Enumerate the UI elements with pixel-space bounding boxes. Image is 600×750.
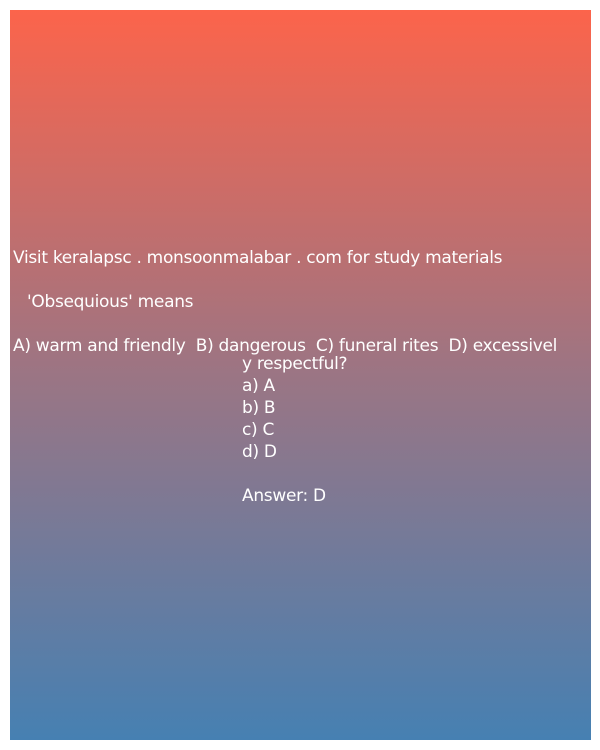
choice-d: d) D xyxy=(242,442,277,462)
quiz-card: Visit keralapsc . monsoonmalabar . com f… xyxy=(10,10,591,740)
answer-text: Answer: D xyxy=(242,486,326,506)
choice-a: a) A xyxy=(242,376,275,396)
options-line-wrap: y respectful? xyxy=(242,354,348,374)
question-text: 'Obsequious' means xyxy=(27,292,194,312)
choice-b: b) B xyxy=(242,398,276,418)
choice-c: c) C xyxy=(242,420,275,440)
site-promo-text: Visit keralapsc . monsoonmalabar . com f… xyxy=(13,248,503,268)
